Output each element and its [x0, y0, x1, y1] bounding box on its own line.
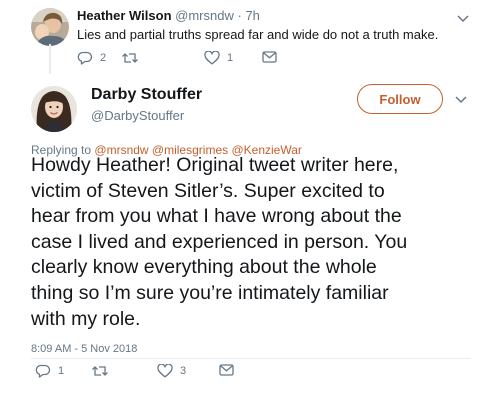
- retweet-icon: [92, 366, 108, 376]
- message-action[interactable]: [262, 51, 277, 63]
- message-action[interactable]: [219, 364, 234, 376]
- reply-tweet[interactable]: Heather Wilson @mrsndw · 7h Lies and par…: [0, 0, 493, 74]
- reply-time[interactable]: 7h: [245, 8, 259, 23]
- tweet-text-line: hear from you what I have wrong about th…: [31, 205, 402, 228]
- tweet-text-line: with my role.: [31, 307, 141, 330]
- reply-icon: [35, 364, 51, 378]
- reply-icon: [77, 51, 93, 65]
- reply-count: 2: [100, 52, 107, 64]
- reply-tweet-text: Lies and partial truths spread far and w…: [77, 27, 439, 42]
- like-count: 1: [227, 52, 234, 64]
- tweet-text-line: case I lived and experienced in person. …: [31, 230, 408, 253]
- follow-button[interactable]: Follow: [357, 84, 443, 114]
- tweet-text-line: clearly know everything about the whole: [31, 256, 377, 279]
- envelope-icon: [262, 51, 277, 63]
- reply-header: Heather Wilson @mrsndw · 7h: [77, 8, 260, 23]
- retweet-icon: [122, 53, 138, 63]
- main-tweet-header: Darby Stouffer @DarbyStouffer: [91, 86, 202, 123]
- like-count: 3: [180, 365, 187, 377]
- main-author-name[interactable]: Darby Stouffer: [91, 86, 202, 104]
- reply-author-name[interactable]: Heather Wilson: [77, 8, 172, 23]
- avatar-darby-stouffer[interactable]: [31, 86, 77, 132]
- like-action[interactable]: 3: [157, 364, 186, 378]
- avatar-heather-wilson[interactable]: [31, 8, 69, 46]
- tweet-timestamp[interactable]: 8:09 AM - 5 Nov 2018: [31, 343, 137, 355]
- main-tweet-text: Howdy Heather! Original tweet writer her…: [31, 153, 471, 332]
- divider: [31, 358, 471, 359]
- reply-author-handle[interactable]: @mrsndw: [175, 8, 234, 23]
- separator-dot: ·: [237, 8, 242, 23]
- chevron-down-icon[interactable]: [456, 14, 470, 24]
- chevron-down-icon[interactable]: [454, 95, 468, 105]
- reply-count: 1: [58, 365, 65, 377]
- retweet-action[interactable]: [91, 364, 116, 378]
- tweet-text-line: thing so I’m sure you’re intimately fami…: [31, 281, 389, 304]
- reply-action[interactable]: 1: [35, 364, 64, 378]
- main-author-handle[interactable]: @DarbyStouffer: [91, 108, 202, 123]
- like-action[interactable]: 1: [204, 51, 233, 65]
- retweet-action[interactable]: [121, 51, 146, 65]
- tweet-text-line: Howdy Heather! Original tweet writer her…: [31, 154, 399, 176]
- thread-line: [49, 44, 51, 74]
- heart-icon: [204, 51, 220, 65]
- reply-action[interactable]: 2: [77, 51, 106, 65]
- heart-icon: [157, 364, 173, 378]
- envelope-icon: [219, 364, 234, 376]
- tweet-text-line: victim of Steven Sitler’s. Super excited…: [31, 179, 385, 202]
